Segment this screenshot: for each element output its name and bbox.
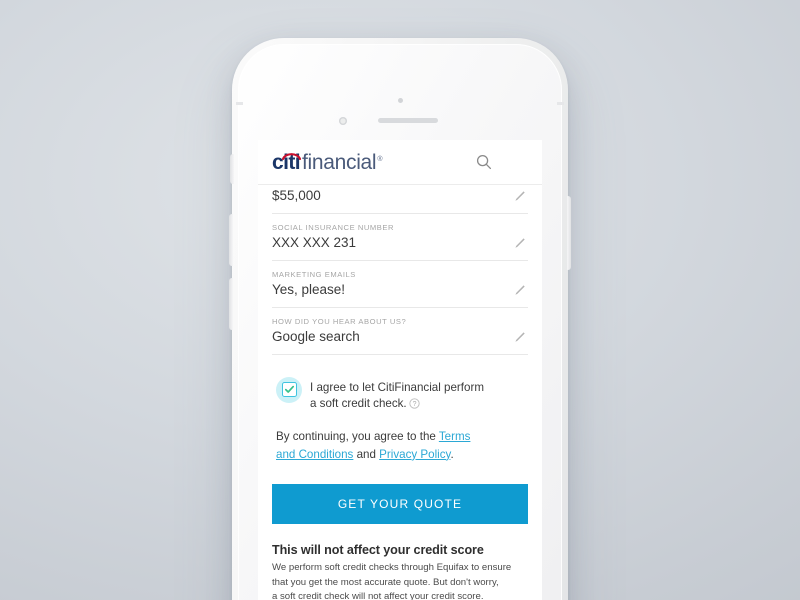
consent-line-2: a soft credit check. bbox=[310, 396, 407, 410]
legal-conjunction: and bbox=[353, 447, 380, 461]
power-button[interactable] bbox=[567, 196, 571, 270]
pencil-edit-icon[interactable] bbox=[513, 190, 526, 203]
form-field-amount[interactable]: $55,000 bbox=[272, 185, 528, 214]
header-actions bbox=[474, 152, 528, 172]
field-label: MARKETING EMAILS bbox=[272, 269, 356, 279]
consent-line-1: I agree to let CitiFinancial perform bbox=[310, 380, 484, 394]
form-field-marketing-emails[interactable]: MARKETING EMAILS Yes, please! bbox=[272, 261, 528, 308]
field-value: $55,000 bbox=[272, 188, 321, 203]
info-line-1: We perform soft credit checks through Eq… bbox=[272, 562, 512, 574]
scene: citi financial ® $55,000 SOCIAL INSURANC… bbox=[0, 0, 800, 600]
earpiece-speaker bbox=[378, 118, 438, 123]
soft-credit-check-checkbox[interactable] bbox=[276, 376, 302, 403]
checkbox-box bbox=[281, 382, 297, 397]
field-value: Yes, please! bbox=[272, 281, 346, 297]
form-field-social-insurance-number[interactable]: SOCIAL INSURANCE NUMBER XXX XXX 231 bbox=[272, 214, 528, 261]
form-field-how-did-you-hear[interactable]: HOW DID YOU HEAR ABOUT US? Google search bbox=[272, 308, 528, 355]
menu-icon[interactable] bbox=[510, 152, 528, 172]
credit-score-info: This will not affect your credit score W… bbox=[272, 543, 528, 600]
legal-suffix: . bbox=[450, 447, 454, 461]
citi-arc-icon bbox=[282, 152, 301, 160]
field-label: SOCIAL INSURANCE NUMBER bbox=[272, 222, 395, 232]
logo-registered-mark: ® bbox=[377, 155, 383, 163]
logo-text-financial: financial bbox=[301, 150, 377, 174]
front-camera-icon bbox=[397, 98, 403, 103]
consent-row: I agree to let CitiFinancial perform a s… bbox=[272, 376, 528, 413]
pencil-edit-icon[interactable] bbox=[513, 331, 526, 344]
info-line-2: that you get the most accurate quote. Bu… bbox=[272, 576, 499, 588]
field-value: XXX XXX 231 bbox=[272, 234, 357, 250]
antenna-band-left bbox=[236, 102, 243, 105]
svg-text:?: ? bbox=[412, 401, 416, 408]
silent-switch-button[interactable] bbox=[230, 154, 234, 184]
checkmark-icon bbox=[284, 385, 294, 393]
citifinancial-logo[interactable]: citi financial ® bbox=[272, 152, 382, 173]
legal-prefix: By continuing, you agree to the bbox=[276, 430, 439, 444]
field-value: Google search bbox=[272, 328, 360, 344]
app-body: $55,000 SOCIAL INSURANCE NUMBER XXX XXX … bbox=[258, 185, 542, 600]
volume-up-button[interactable] bbox=[229, 214, 233, 266]
field-label: HOW DID YOU HEAR ABOUT US? bbox=[272, 316, 407, 326]
info-body: We perform soft credit checks through Eq… bbox=[272, 561, 528, 600]
legal-text: By continuing, you agree to the Terms an… bbox=[272, 428, 488, 463]
pencil-edit-icon[interactable] bbox=[513, 237, 526, 250]
get-your-quote-button[interactable]: GET YOUR QUOTE bbox=[272, 484, 528, 525]
consent-text: I agree to let CitiFinancial perform a s… bbox=[310, 378, 484, 413]
search-icon[interactable] bbox=[474, 152, 494, 172]
phone-screen: citi financial ® $55,000 SOCIAL INSURANC… bbox=[258, 140, 542, 600]
info-title: This will not affect your credit score bbox=[272, 543, 484, 558]
proximity-sensor-icon bbox=[339, 117, 347, 125]
privacy-policy-link[interactable]: Privacy Policy bbox=[379, 448, 450, 461]
info-line-3: a soft credit check will not affect your… bbox=[272, 591, 484, 600]
antenna-band-right bbox=[557, 102, 564, 105]
pencil-edit-icon[interactable] bbox=[513, 284, 526, 297]
phone-device: citi financial ® $55,000 SOCIAL INSURANC… bbox=[229, 38, 571, 600]
volume-down-button[interactable] bbox=[229, 278, 233, 330]
app-header: citi financial ® bbox=[258, 140, 542, 185]
help-circle-icon[interactable]: ? bbox=[409, 398, 420, 409]
